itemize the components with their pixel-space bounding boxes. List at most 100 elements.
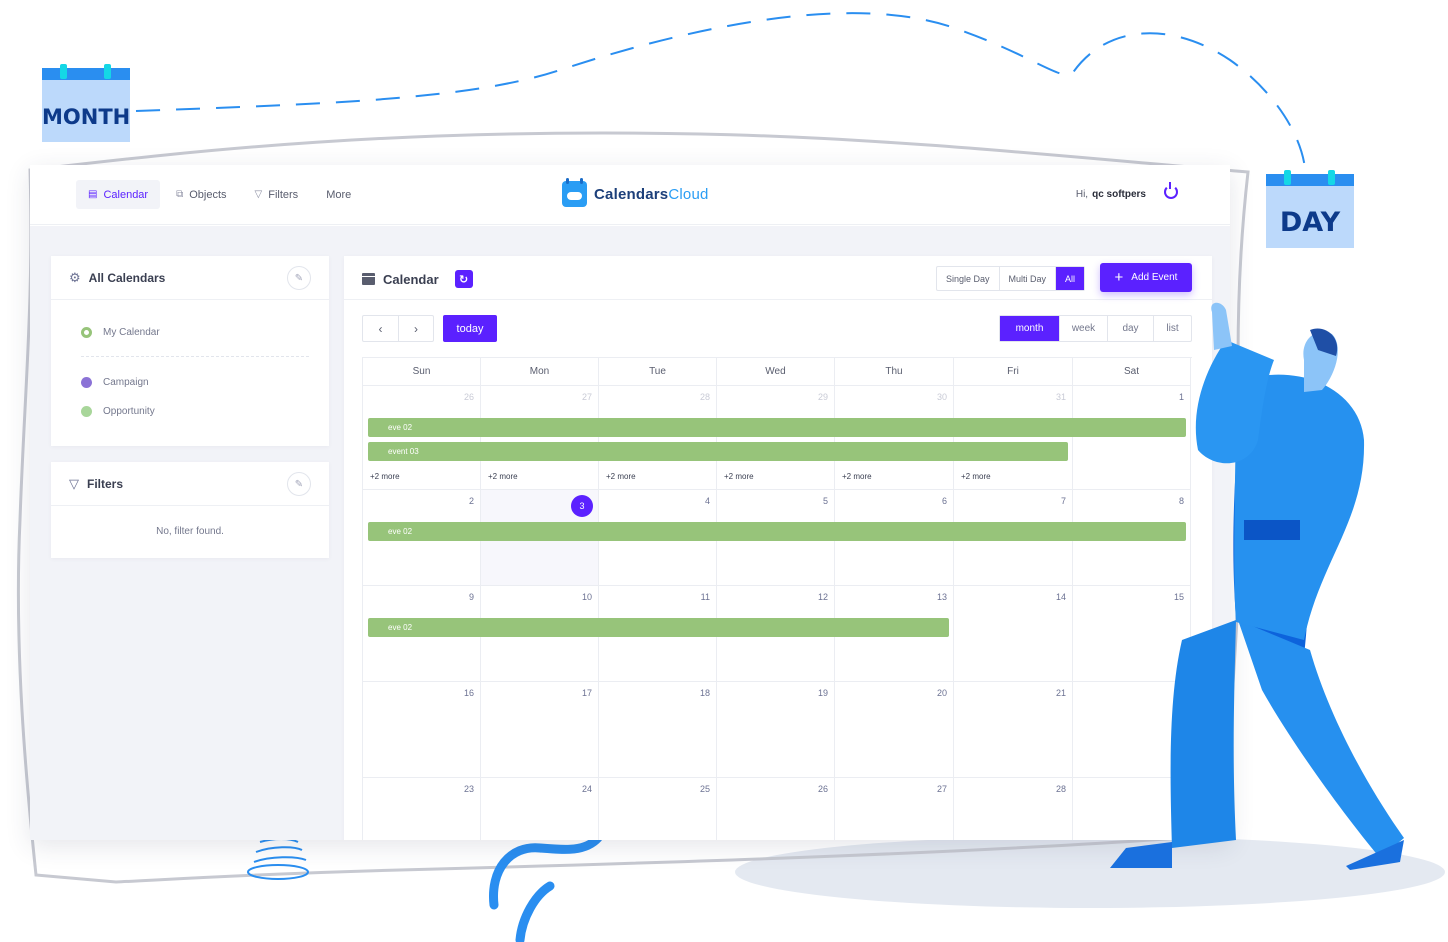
day-number: 16 [463, 688, 474, 698]
day-cell[interactable]: 18 [599, 682, 717, 778]
day-number: 24 [581, 784, 592, 794]
day-cell[interactable]: 17 [481, 682, 599, 778]
divider [81, 356, 309, 357]
day-cell[interactable]: 27 [835, 778, 954, 840]
more-events-link[interactable]: +2 more [370, 472, 400, 481]
power-icon[interactable] [1164, 182, 1178, 199]
day-number: 30 [936, 392, 947, 402]
day-cell[interactable]: 21 [954, 682, 1073, 778]
mode-all-button[interactable]: All [1055, 267, 1085, 290]
view-list-button[interactable]: list [1153, 316, 1191, 341]
event-bar[interactable]: event 03 [368, 442, 1068, 461]
event-bar[interactable]: eve 02 [368, 418, 1186, 437]
ring-icon [60, 64, 67, 79]
add-event-label: Add Event [1131, 272, 1178, 283]
dashed-path [135, 12, 1306, 169]
day-of-week-header: Sat [1073, 358, 1191, 386]
gear-icon: ⚙ [69, 269, 81, 285]
day-cell[interactable]: 26 [717, 778, 835, 840]
day-cell[interactable]: 28 +2 more [599, 386, 717, 490]
calendar-item-opportunity[interactable]: Opportunity [81, 406, 155, 417]
day-cell[interactable]: 29 +2 more [717, 386, 835, 490]
view-day-button[interactable]: day [1107, 316, 1153, 341]
view-month-button[interactable]: month [1000, 316, 1059, 341]
today-badge: 3 [571, 495, 593, 517]
nav-item-filters[interactable]: ▽ Filters [243, 180, 311, 209]
day-cell[interactable]: 29 [1073, 778, 1191, 840]
day-cell[interactable]: 24 [481, 778, 599, 840]
refresh-button[interactable]: ↻ [454, 270, 473, 288]
calendars-panel-header: ⚙ All Calendars ✎ [51, 256, 329, 300]
event-bar[interactable]: eve 02 [368, 618, 949, 637]
filter-icon: ▽ [69, 475, 79, 491]
prev-next-group: ‹ › [362, 315, 434, 342]
day-cell[interactable]: 20 [835, 682, 954, 778]
day-cell[interactable]: 1 [1073, 386, 1191, 490]
day-badge-label: DAY [1279, 207, 1341, 238]
plus-icon: + [1114, 269, 1124, 286]
calendar-cloud-icon [562, 178, 587, 207]
day-number: 21 [1055, 688, 1066, 698]
brand-logo[interactable]: CalendarsCloud [562, 178, 709, 207]
day-number: 17 [581, 688, 592, 698]
calendar-toolbar: ‹ › today month week day list [362, 315, 1192, 343]
nav-item-calendar[interactable]: ▤ Calendar [76, 180, 161, 209]
day-number: 20 [936, 688, 947, 698]
day-cell[interactable]: 30 +2 more [835, 386, 954, 490]
calendar-color-dot [81, 327, 92, 338]
spring-doodle [247, 838, 309, 880]
day-number: 27 [581, 392, 592, 402]
ring-icon [1284, 170, 1291, 185]
day-cell[interactable]: 14 [954, 586, 1073, 682]
day-cell[interactable]: 16 [363, 682, 481, 778]
day-number: 29 [1173, 784, 1184, 794]
view-week-button[interactable]: week [1059, 316, 1107, 341]
add-event-button[interactable]: + Add Event [1100, 263, 1192, 292]
more-events-link[interactable]: +2 more [724, 472, 754, 481]
day-cell[interactable]: 31 +2 more [954, 386, 1073, 490]
more-events-link[interactable]: +2 more [488, 472, 518, 481]
more-events-link[interactable]: +2 more [606, 472, 636, 481]
more-events-link[interactable]: +2 more [961, 472, 991, 481]
today-button[interactable]: today [443, 315, 497, 342]
nav-item-label: Objects [189, 188, 227, 201]
calendar-panel: Calendar ↻ Single Day Multi Day All + Ad… [344, 256, 1212, 840]
nav-item-label: More [326, 188, 352, 201]
day-cell[interactable]: 22 [1073, 682, 1191, 778]
next-button[interactable]: › [398, 316, 433, 341]
more-events-link[interactable]: +2 more [842, 472, 872, 481]
nav-item-more[interactable]: More [314, 180, 363, 209]
day-number: 31 [1055, 392, 1066, 402]
calendar-title-text: Calendar [383, 271, 439, 287]
objects-icon: ⧉ [176, 189, 184, 200]
day-number: 15 [1173, 592, 1184, 602]
mode-multi-day-button[interactable]: Multi Day [998, 267, 1056, 290]
day-cell[interactable]: 25 [599, 778, 717, 840]
day-cell[interactable]: 15 [1073, 586, 1191, 682]
user-name[interactable]: qc softpers [1092, 189, 1146, 200]
edit-calendars-button[interactable]: ✎ [287, 266, 311, 290]
swirl-doodle [489, 833, 603, 942]
calendar-color-dot [81, 406, 92, 417]
day-cell[interactable]: 23 [363, 778, 481, 840]
edit-filters-button[interactable]: ✎ [287, 472, 311, 496]
day-cell[interactable]: 27 +2 more [481, 386, 599, 490]
mode-single-day-button[interactable]: Single Day [937, 267, 999, 290]
calendar-panel-header: Calendar ↻ Single Day Multi Day All + Ad… [344, 256, 1212, 300]
nav-item-objects[interactable]: ⧉ Objects [164, 180, 238, 209]
calendar-item-my-calendar[interactable]: My Calendar [81, 327, 160, 338]
prev-button[interactable]: ‹ [363, 316, 398, 341]
event-bar[interactable]: eve 02 [368, 522, 1186, 541]
calendar-item-campaign[interactable]: Campaign [81, 377, 149, 388]
day-number: 12 [817, 592, 828, 602]
day-of-week-header: Tue [599, 358, 717, 386]
day-number: 28 [699, 392, 710, 402]
day-cell[interactable]: 28 [954, 778, 1073, 840]
top-bar: ▤ Calendar ⧉ Objects ▽ Filters More Cale… [30, 165, 1230, 225]
calendar-title: Calendar ↻ [362, 270, 473, 288]
calendar-color-dot [81, 377, 92, 388]
day-number: 27 [936, 784, 947, 794]
day-cell[interactable]: 19 [717, 682, 835, 778]
day-cell[interactable]: 26 +2 more [363, 386, 481, 490]
day-number: 2 [468, 496, 474, 506]
